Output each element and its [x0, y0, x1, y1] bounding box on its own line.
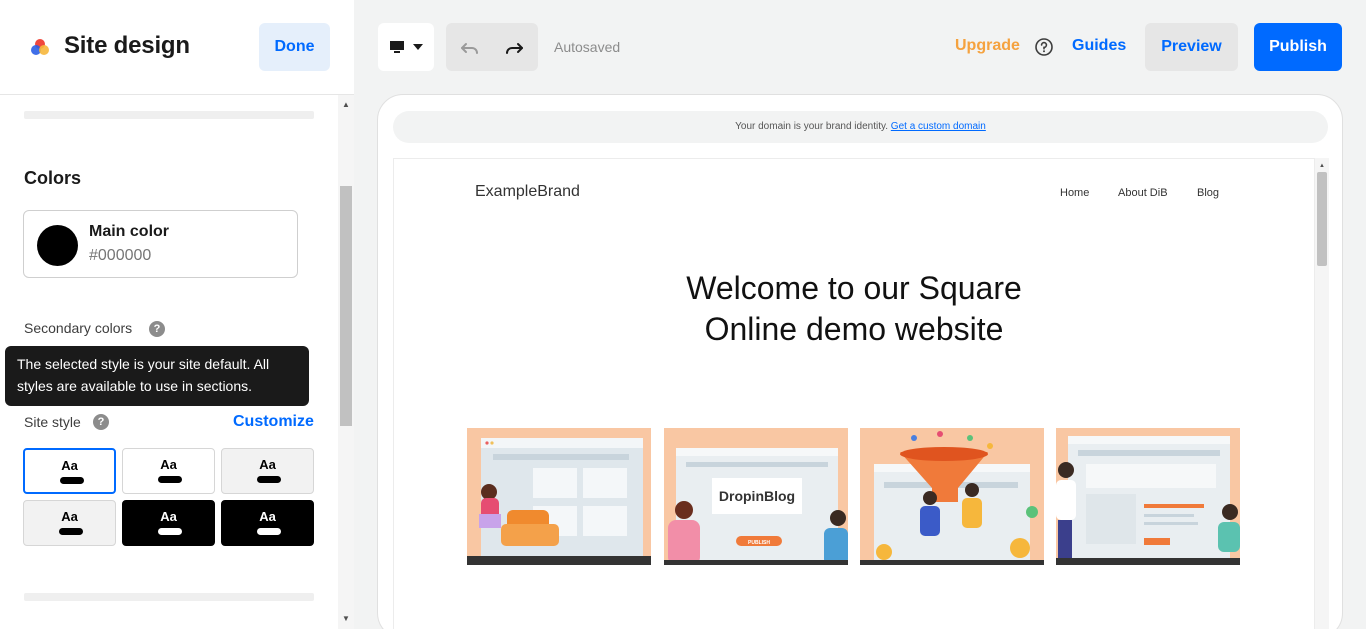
scrollbar-thumb[interactable]	[1317, 172, 1327, 266]
main-color-picker[interactable]: Main color #000000	[23, 210, 298, 278]
style-tile[interactable]: Aa	[221, 448, 314, 494]
style-tile-button-sample	[257, 476, 281, 483]
help-circle-icon[interactable]	[1035, 38, 1053, 56]
hero-line-2: Online demo website	[704, 311, 1004, 347]
style-tile[interactable]: Aa	[122, 448, 215, 494]
get-custom-domain-link[interactable]: Get a custom domain	[891, 121, 986, 132]
site-design-logo-icon	[31, 39, 49, 55]
secondary-colors-label: Secondary colors	[24, 320, 133, 336]
blog-illustration-image[interactable]	[467, 428, 651, 565]
collapsed-section-divider	[24, 111, 314, 119]
style-tile-label: Aa	[160, 509, 177, 524]
preview-button[interactable]: Preview	[1145, 23, 1238, 71]
collapsed-section-divider	[24, 593, 314, 601]
site-preview-frame: Your domain is your brand identity. Get …	[377, 94, 1343, 629]
site-nav-blog[interactable]: Blog	[1197, 187, 1219, 199]
desktop-icon	[390, 41, 404, 53]
style-tile-button-sample	[257, 528, 281, 535]
publish-button[interactable]: Publish	[1254, 23, 1342, 71]
style-tile-button-sample	[158, 528, 182, 535]
panel-scrollbar[interactable]: ▲ ▼	[338, 95, 354, 629]
site-style-tooltip: The selected style is your site default.…	[5, 346, 309, 406]
site-page-canvas[interactable]: ExampleBrand Home About DiB Blog Welcome…	[393, 158, 1315, 629]
style-tile[interactable]: Aa	[23, 500, 116, 546]
main-color-swatch[interactable]	[37, 225, 78, 266]
style-tile-label: Aa	[259, 509, 276, 524]
style-tile-label: Aa	[61, 509, 78, 524]
style-tile-label: Aa	[160, 457, 177, 472]
preview-scrollbar[interactable]: ▲	[1315, 158, 1329, 629]
history-controls	[446, 23, 538, 71]
hero-line-1: Welcome to our Square	[686, 270, 1022, 306]
help-question-icon[interactable]: ?	[93, 414, 109, 430]
dropinblog-illustration-image[interactable]: DropinBlog PUBLISH	[664, 428, 848, 565]
done-button[interactable]: Done	[259, 23, 330, 71]
scrollbar-thumb[interactable]	[340, 186, 352, 426]
dropinblog-logo-text: DropinBlog	[719, 488, 795, 504]
style-tile-label: Aa	[259, 457, 276, 472]
colors-heading: Colors	[24, 168, 82, 188]
hero-heading[interactable]: Welcome to our Square Online demo websit…	[594, 268, 1114, 350]
main-color-label: Main color	[89, 223, 170, 240]
panel-title: Site design	[64, 32, 190, 59]
main-color-hex: #000000	[89, 247, 152, 264]
redo-icon[interactable]	[502, 35, 526, 59]
domain-banner-text: Your domain is your brand identity.	[735, 121, 889, 132]
autosave-status: Autosaved	[554, 39, 621, 55]
dropinblog-publish-text: PUBLISH	[748, 540, 770, 546]
style-tile-button-sample	[59, 528, 83, 535]
upgrade-link[interactable]: Upgrade	[955, 37, 1020, 55]
style-tile-button-sample	[60, 477, 84, 484]
scroll-up-arrow-icon[interactable]: ▲	[338, 97, 354, 113]
guides-link[interactable]: Guides	[1072, 37, 1126, 55]
site-style-label: Site style	[24, 414, 81, 430]
style-tile-label: Aa	[61, 458, 78, 473]
funnel-illustration-image[interactable]	[860, 428, 1044, 565]
style-tile[interactable]: Aa	[23, 448, 116, 494]
customize-link[interactable]: Customize	[233, 413, 314, 431]
style-tile[interactable]: Aa	[221, 500, 314, 546]
scroll-down-arrow-icon[interactable]: ▼	[338, 611, 354, 627]
custom-domain-banner: Your domain is your brand identity. Get …	[393, 111, 1328, 143]
style-tile-button-sample	[158, 476, 182, 483]
undo-icon[interactable]	[458, 35, 482, 59]
caret-down-icon	[413, 44, 423, 50]
site-design-panel: Site design Done Colors Main color #0000…	[0, 0, 354, 629]
panel-scroll-area[interactable]: Colors Main color #000000 Secondary colo…	[0, 95, 338, 629]
site-brand-name[interactable]: ExampleBrand	[475, 183, 580, 201]
panel-header: Site design Done	[0, 0, 354, 95]
site-nav-about[interactable]: About DiB	[1118, 187, 1168, 199]
device-toggle-button[interactable]	[378, 23, 434, 71]
style-tile[interactable]: Aa	[122, 500, 215, 546]
site-nav-home[interactable]: Home	[1060, 187, 1089, 199]
help-question-icon[interactable]: ?	[149, 321, 165, 337]
website-illustration-image[interactable]	[1056, 428, 1240, 565]
